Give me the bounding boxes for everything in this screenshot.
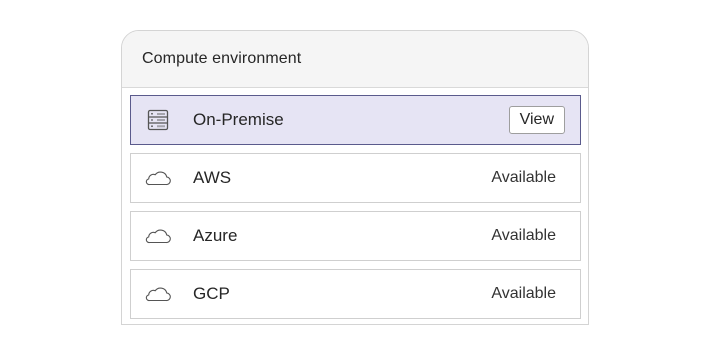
environment-name: GCP xyxy=(193,284,230,303)
environment-list: On-Premise View AWS Available Azure Avai… xyxy=(130,95,581,324)
stage: Compute environment On-Premise View AWS … xyxy=(0,0,712,356)
availability-status: Available xyxy=(491,285,556,302)
availability-status: Available xyxy=(491,169,556,186)
view-button[interactable]: View xyxy=(508,106,565,134)
environment-row-on-premise[interactable]: On-Premise View xyxy=(130,95,581,145)
panel-header: Compute environment xyxy=(122,31,588,88)
cloud-icon xyxy=(145,283,171,305)
environment-row-aws[interactable]: AWS Available xyxy=(130,153,581,203)
cloud-icon xyxy=(145,167,171,189)
server-rack-icon xyxy=(145,109,171,131)
environment-row-gcp[interactable]: GCP Available xyxy=(130,269,581,319)
environment-name: Azure xyxy=(193,226,238,245)
panel-title: Compute environment xyxy=(142,50,302,67)
cloud-icon xyxy=(145,225,171,247)
environment-name: AWS xyxy=(193,168,232,187)
availability-status: Available xyxy=(491,227,556,244)
environment-name: On-Premise xyxy=(193,110,284,129)
environment-row-azure[interactable]: Azure Available xyxy=(130,211,581,261)
compute-environment-panel: Compute environment On-Premise View AWS … xyxy=(121,30,589,325)
